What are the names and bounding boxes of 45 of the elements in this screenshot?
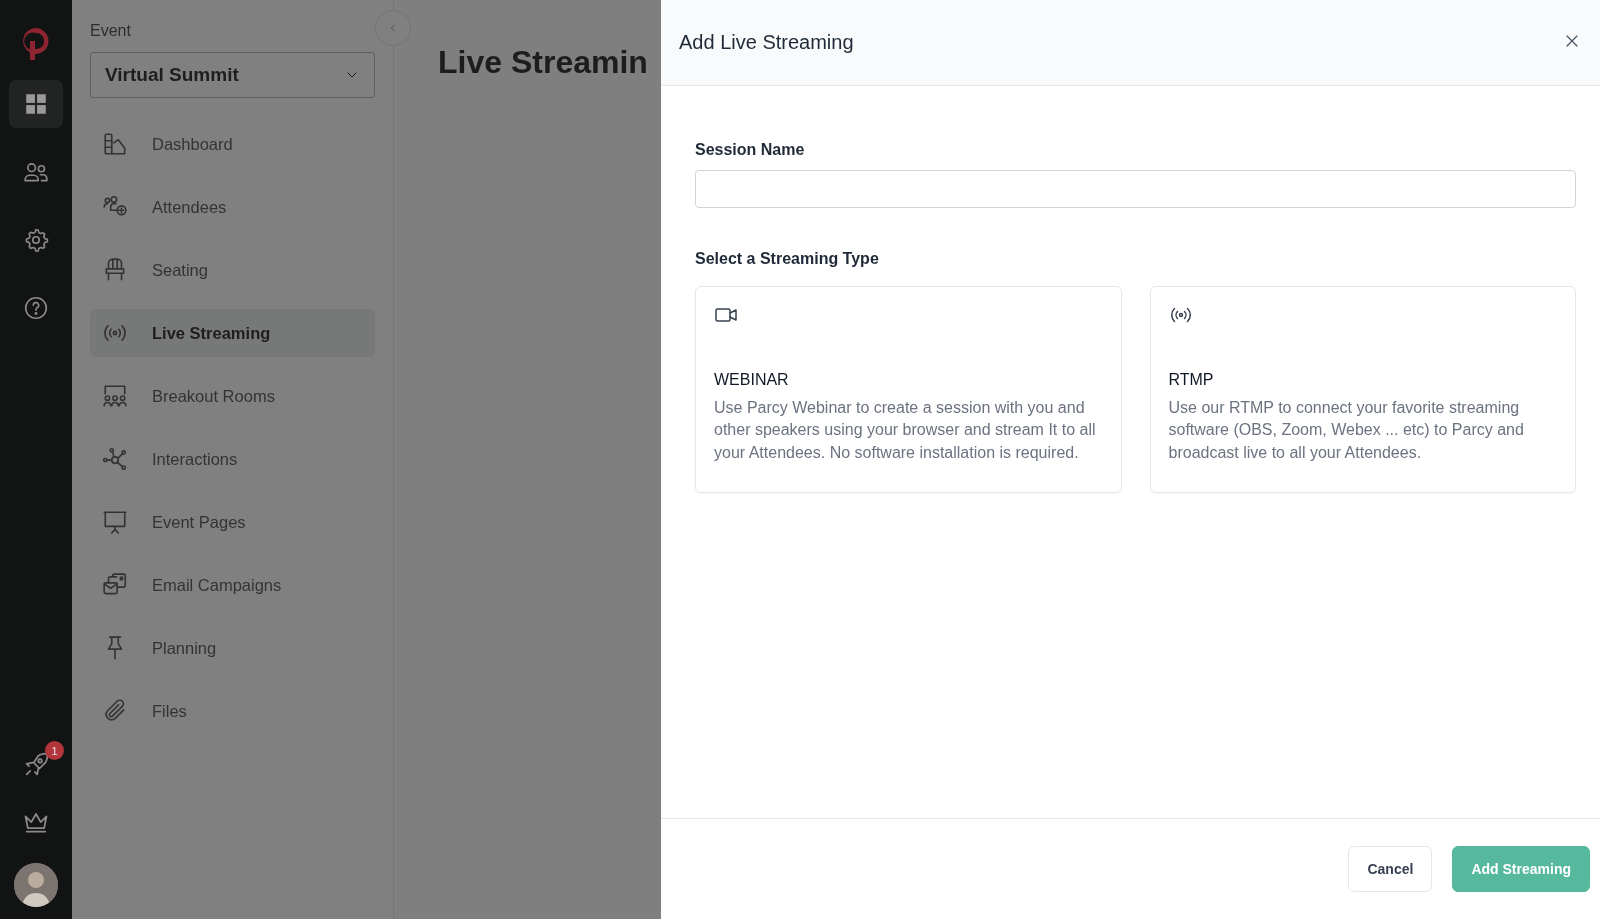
nav-label: Event Pages (152, 512, 246, 532)
nav-label: Seating (152, 260, 208, 280)
nav-item[interactable]: Attendees (90, 183, 375, 231)
rooms-icon (102, 383, 128, 409)
nav-item[interactable]: Interactions (90, 435, 375, 483)
option-title: WEBINAR (714, 371, 790, 389)
notification-badge: 1 (45, 741, 64, 760)
nav-item[interactable]: Planning (90, 624, 375, 672)
session-name-field[interactable] (695, 170, 1576, 208)
streaming-option-card[interactable]: WEBINAR Use Parcy Webinar to create a session with you and other speakers using your browser and stream It to all your Attendees. No software installation is required. (695, 286, 1122, 493)
nav-item[interactable]: Breakout Rooms (90, 372, 375, 420)
nav-item[interactable]: Email Campaigns (90, 561, 375, 609)
network-icon (102, 446, 128, 472)
streaming-option-card[interactable]: RTMP Use our RTMP to connect your favorite streaming software (OBS, Zoom, Webex ... etc) to Parcy and broadcast live to all your Attendees. (1149, 286, 1576, 493)
nav-label: Email Campaigns (152, 575, 282, 595)
modal-title: Add Live Streaming (679, 31, 854, 54)
nav-item[interactable]: Dashboard (90, 120, 375, 168)
option-title: RTMP (1168, 371, 1215, 389)
presentation-icon (102, 509, 128, 535)
field-label: Session Name (695, 141, 806, 159)
option-description: Use our RTMP to connect your favorite streaming software (OBS, Zoom, Webex ... etc) to Parcy and broadcast live to all your Attendees. (1168, 398, 1525, 463)
cancel-button[interactable]: Cancel (1348, 846, 1433, 892)
field-label: Event (90, 22, 132, 40)
nav-item[interactable]: Event Pages (90, 498, 375, 546)
nav-label: Files (152, 701, 187, 721)
nav-item[interactable]: Live Streaming (90, 309, 375, 357)
option-description: Use Parcy Webinar to create a session with you and other speakers using your browser and stream It to all your Attendees. No software installation is required. (714, 398, 1097, 463)
add-streaming-button[interactable]: Add Streaming (1452, 846, 1590, 892)
settings-icon (23, 227, 49, 253)
dashboard-icon (102, 131, 128, 157)
nav-label: Dashboard (152, 134, 233, 154)
event-select[interactable]: Virtual Summit (90, 52, 375, 98)
nav-label: Attendees (152, 197, 227, 217)
nav-label: Live Streaming (152, 323, 271, 343)
rail-tab[interactable] (9, 80, 63, 128)
nav-item[interactable]: Files (90, 687, 375, 735)
nav-label: Planning (152, 638, 217, 658)
help-icon (23, 295, 49, 321)
nav-label: Breakout Rooms (152, 386, 275, 406)
section-label: Select a Streaming Type (695, 250, 880, 268)
avatar[interactable] (14, 863, 58, 907)
nav-item[interactable]: Seating (90, 246, 375, 294)
page-title: Live Streamin (438, 44, 648, 81)
grid-icon (23, 91, 49, 117)
nav-label: Interactions (152, 449, 238, 469)
